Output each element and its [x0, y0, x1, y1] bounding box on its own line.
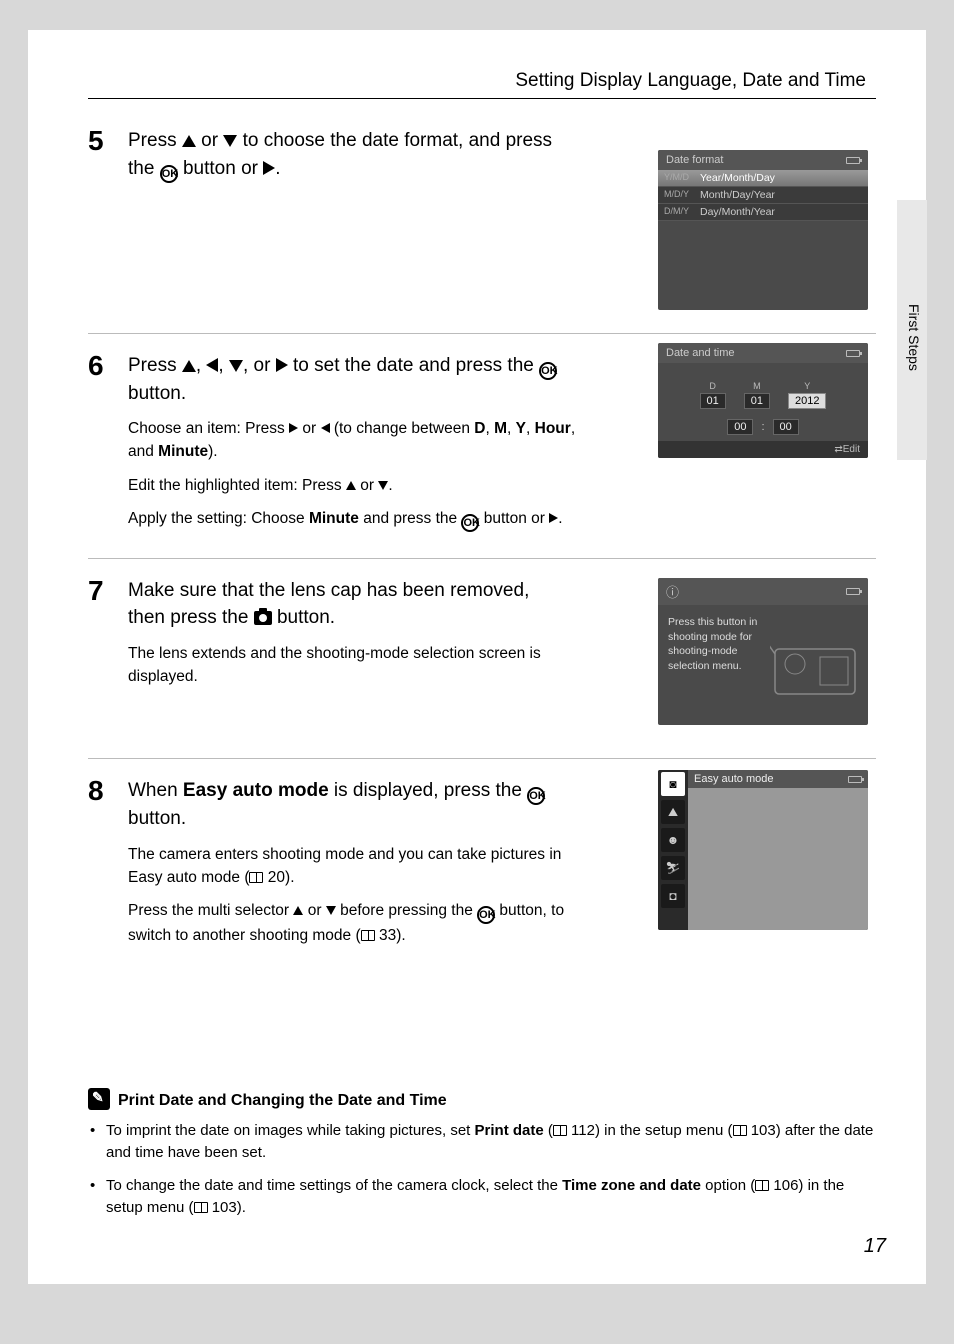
minute-value: 00	[773, 419, 799, 435]
m-value: 01	[744, 393, 770, 409]
camera-icon	[254, 611, 272, 625]
step-6-sub1: Choose an item: Press or (to change betw…	[128, 417, 578, 464]
mode-screen: ◙ ⛰ ☻ ⛷ ◘ Easy auto mode	[658, 770, 868, 930]
step-number: 5	[88, 127, 114, 193]
camera-illustration	[770, 629, 860, 699]
down-icon	[229, 360, 243, 372]
down-icon	[378, 481, 388, 490]
screen-header: Date and time	[658, 343, 868, 363]
down-icon	[326, 906, 336, 915]
page-ref-icon	[755, 1180, 769, 1191]
page-ref-icon	[194, 1202, 208, 1213]
step-8-instruction: When Easy auto mode is displayed, press …	[128, 777, 568, 833]
notes-title: Print Date and Changing the Date and Tim…	[88, 1088, 876, 1110]
edit-label: ⇄Edit	[658, 441, 868, 458]
m-label: M	[744, 381, 770, 391]
right-icon	[289, 423, 298, 433]
step-7-sub1: The lens extends and the shooting-mode s…	[128, 642, 578, 689]
battery-icon	[846, 588, 860, 595]
ok-icon: OK	[539, 362, 557, 380]
up-icon	[182, 135, 196, 147]
smart-portrait-icon: ☻	[661, 828, 685, 852]
page-ref-icon	[249, 872, 263, 883]
right-icon	[276, 358, 288, 372]
d-label: D	[700, 381, 726, 391]
ok-icon: OK	[461, 514, 479, 532]
battery-icon	[848, 776, 862, 783]
step-number: 8	[88, 777, 114, 957]
step-8-sub1: The camera enters shooting mode and you …	[128, 843, 578, 890]
header-rule	[88, 98, 876, 99]
down-icon	[223, 135, 237, 147]
date-format-screen: Date format Y/M/DYear/Month/Day M/D/YMon…	[658, 150, 868, 310]
page-number: 17	[864, 1235, 886, 1258]
step-number: 7	[88, 577, 114, 699]
up-icon	[293, 906, 303, 915]
divider	[88, 333, 876, 334]
ok-icon: OK	[477, 906, 495, 924]
date-time-screen: Date and time D01 M01 Y2012 00 : 00 ⇄Edi…	[658, 343, 868, 458]
header-title: Setting Display Language, Date and Time	[88, 70, 876, 92]
note-1: To imprint the date on images while taki…	[88, 1120, 876, 1165]
page-ref-icon	[361, 930, 375, 941]
divider	[88, 758, 876, 759]
step-6-instruction: Press , , , or to set the date and press…	[128, 352, 568, 408]
up-icon	[182, 360, 196, 372]
y-value: 2012	[788, 393, 826, 409]
step-8-sub2: Press the multi selector or before press…	[128, 899, 578, 947]
d-value: 01	[700, 393, 726, 409]
note-2: To change the date and time settings of …	[88, 1175, 876, 1220]
info-screen: ⓘ Press this button in shooting mode for…	[658, 578, 868, 725]
date-format-row: D/M/YDay/Month/Year	[658, 204, 868, 221]
mode-title-bar: Easy auto mode	[688, 770, 868, 788]
side-tab-label: First Steps	[906, 304, 922, 371]
right-icon	[263, 161, 275, 175]
battery-icon	[846, 350, 860, 357]
step-5-instruction: Press or to choose the date format, and …	[128, 127, 568, 183]
notes-section: Print Date and Changing the Date and Tim…	[88, 1088, 876, 1220]
easy-auto-icon: ◙	[661, 772, 685, 796]
hour-value: 00	[727, 419, 753, 435]
step-6-sub3: Apply the setting: Choose Minute and pre…	[128, 507, 578, 532]
note-icon	[88, 1088, 110, 1110]
manual-page: Setting Display Language, Date and Time …	[28, 30, 926, 1284]
page-ref-icon	[553, 1125, 567, 1136]
info-text: Press this button in shooting mode for s…	[668, 615, 778, 674]
step-7-instruction: Make sure that the lens cap has been rem…	[128, 577, 568, 632]
y-label: Y	[788, 381, 826, 391]
ok-icon: OK	[527, 787, 545, 805]
divider	[88, 558, 876, 559]
battery-icon	[846, 157, 860, 164]
step-number: 6	[88, 352, 114, 542]
right-icon	[549, 513, 558, 523]
up-icon	[346, 481, 356, 490]
scene-icon: ⛰	[661, 800, 685, 824]
screen-header: Date format	[658, 150, 868, 170]
mode-sidebar: ◙ ⛰ ☻ ⛷ ◘	[658, 770, 688, 930]
date-format-row: Y/M/DYear/Month/Day	[658, 170, 868, 187]
left-icon	[321, 423, 330, 433]
sports-icon: ⛷	[661, 856, 685, 880]
left-icon	[206, 358, 218, 372]
ok-icon: OK	[160, 165, 178, 183]
date-format-list: Y/M/DYear/Month/Day M/D/YMonth/Day/Year …	[658, 170, 868, 221]
step-6-sub2: Edit the highlighted item: Press or .	[128, 474, 578, 497]
auto-icon: ◘	[661, 884, 685, 908]
date-format-row: M/D/YMonth/Day/Year	[658, 187, 868, 204]
page-ref-icon	[733, 1125, 747, 1136]
screen-header: ⓘ	[658, 578, 868, 605]
